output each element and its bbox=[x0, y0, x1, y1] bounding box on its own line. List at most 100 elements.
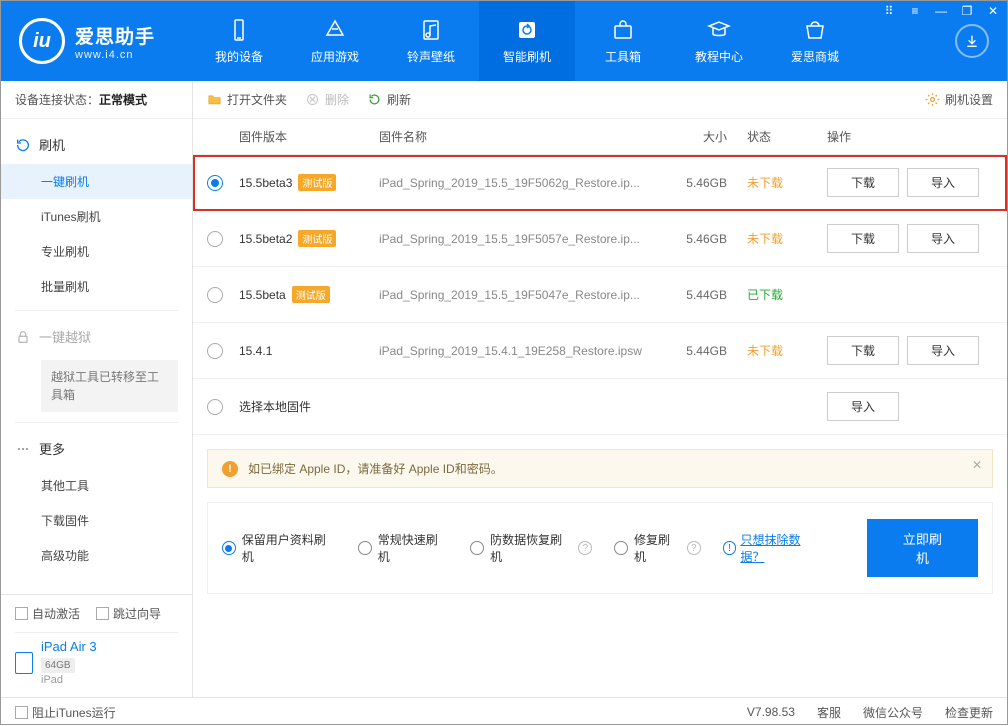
th-name: 固件名称 bbox=[379, 128, 657, 145]
app-name: 爱思助手 bbox=[75, 22, 155, 49]
import-button[interactable]: 导入 bbox=[907, 336, 979, 365]
opt-repair[interactable]: 修复刷机? bbox=[614, 531, 700, 565]
import-button[interactable]: 导入 bbox=[907, 168, 979, 197]
firmware-version: 15.5beta3 测试版 bbox=[239, 174, 379, 191]
menu-icon[interactable]: ≡ bbox=[904, 2, 926, 20]
opt-quick[interactable]: 常规快速刷机 bbox=[358, 531, 448, 565]
open-folder-button[interactable]: 打开文件夹 bbox=[207, 91, 287, 108]
nav-label: 铃声壁纸 bbox=[407, 48, 455, 65]
ringtone-icon bbox=[419, 18, 443, 42]
notice-close-icon[interactable]: ✕ bbox=[972, 458, 982, 472]
refresh-icon bbox=[15, 137, 31, 153]
app-header: ⠿ ≡ — ❐ ✕ iu 爱思助手 www.i4.cn 我的设备 应用游戏 铃声… bbox=[1, 1, 1007, 81]
nav-tutorials[interactable]: 教程中心 bbox=[671, 1, 767, 81]
wechat-link[interactable]: 微信公众号 bbox=[863, 704, 923, 721]
sidebar-item-advanced[interactable]: 高级功能 bbox=[1, 538, 192, 573]
group-label: 更多 bbox=[39, 439, 65, 458]
download-button[interactable]: 下载 bbox=[827, 224, 899, 253]
firmware-size: 5.44GB bbox=[657, 288, 747, 302]
downloads-button[interactable] bbox=[937, 24, 1007, 58]
beta-tag: 测试版 bbox=[298, 230, 336, 247]
device-card[interactable]: iPad Air 3 64GB iPad bbox=[15, 632, 178, 687]
jailbreak-moved-note: 越狱工具已转移至工具箱 bbox=[41, 360, 178, 412]
row-radio[interactable] bbox=[207, 287, 223, 303]
flash-options: 保留用户资料刷机 常规快速刷机 防数据恢复刷机? 修复刷机? !只想抹除数据？ … bbox=[207, 502, 993, 594]
auto-activate-checkbox[interactable]: 自动激活 bbox=[15, 605, 80, 622]
nav-store[interactable]: 爱思商城 bbox=[767, 1, 863, 81]
opt-anti-recovery[interactable]: 防数据恢复刷机? bbox=[470, 531, 592, 565]
beta-tag: 测试版 bbox=[298, 174, 336, 191]
firmware-version: 15.4.1 bbox=[239, 344, 379, 358]
sidebar-item-pro-flash[interactable]: 专业刷机 bbox=[1, 234, 192, 269]
refresh-button[interactable]: 刷新 bbox=[367, 91, 411, 108]
sidebar-item-download-firmware[interactable]: 下载固件 bbox=[1, 503, 192, 538]
th-size: 大小 bbox=[657, 128, 747, 145]
version-label: V7.98.53 bbox=[747, 705, 795, 719]
toolbox-icon bbox=[611, 18, 635, 42]
flash-now-button[interactable]: 立即刷机 bbox=[867, 519, 978, 577]
download-button[interactable]: 下载 bbox=[827, 168, 899, 197]
nav-flash[interactable]: 智能刷机 bbox=[479, 1, 575, 81]
nav-apps[interactable]: 应用游戏 bbox=[287, 1, 383, 81]
tutorial-icon bbox=[707, 18, 731, 42]
info-icon[interactable]: ! bbox=[723, 541, 737, 555]
sidebar-group-jailbreak[interactable]: 一键越狱 bbox=[1, 317, 192, 356]
app-url: www.i4.cn bbox=[75, 49, 155, 61]
help-icon[interactable]: ? bbox=[578, 541, 592, 555]
nav-label: 我的设备 bbox=[215, 48, 263, 65]
table-body: 15.5beta3 测试版 iPad_Spring_2019_15.5_19F5… bbox=[193, 155, 1007, 435]
main-nav: 我的设备 应用游戏 铃声壁纸 智能刷机 工具箱 教程中心 bbox=[191, 1, 937, 81]
device-icon bbox=[227, 18, 251, 42]
skip-guide-checkbox[interactable]: 跳过向导 bbox=[96, 605, 161, 622]
sidebar-item-oneclick-flash[interactable]: 一键刷机 bbox=[1, 164, 192, 199]
close-icon[interactable]: ✕ bbox=[982, 2, 1004, 20]
table-row[interactable]: 15.5beta3 测试版 iPad_Spring_2019_15.5_19F5… bbox=[193, 155, 1007, 211]
flash-settings-button[interactable]: 刷机设置 bbox=[925, 91, 993, 108]
skip-guide-label: 跳过向导 bbox=[113, 607, 161, 621]
nav-ringtones[interactable]: 铃声壁纸 bbox=[383, 1, 479, 81]
row-radio[interactable] bbox=[207, 343, 223, 359]
download-button[interactable]: 下载 bbox=[827, 336, 899, 365]
import-button[interactable]: 导入 bbox=[827, 392, 899, 421]
firmware-name: iPad_Spring_2019_15.5_19F5062g_Restore.i… bbox=[379, 176, 657, 190]
erase-link[interactable]: 只想抹除数据？ bbox=[740, 531, 822, 565]
sidebar-group-flash[interactable]: 刷机 bbox=[1, 125, 192, 164]
sidebar-group-more[interactable]: 更多 bbox=[1, 429, 192, 468]
check-update-link[interactable]: 检查更新 bbox=[945, 704, 993, 721]
delete-button[interactable]: 删除 bbox=[305, 91, 349, 108]
support-link[interactable]: 客服 bbox=[817, 704, 841, 721]
nav-label: 爱思商城 bbox=[791, 48, 839, 65]
block-itunes-checkbox[interactable]: 阻止iTunes运行 bbox=[15, 704, 116, 721]
sidebar-item-itunes-flash[interactable]: iTunes刷机 bbox=[1, 199, 192, 234]
firmware-size: 5.46GB bbox=[657, 176, 747, 190]
minimize-icon[interactable]: — bbox=[930, 2, 952, 20]
group-label: 刷机 bbox=[39, 135, 65, 154]
firmware-size: 5.44GB bbox=[657, 344, 747, 358]
firmware-name: iPad_Spring_2019_15.4.1_19E258_Restore.i… bbox=[379, 344, 657, 358]
table-row[interactable]: 15.4.1 iPad_Spring_2019_15.4.1_19E258_Re… bbox=[193, 323, 1007, 379]
firmware-name: iPad_Spring_2019_15.5_19F5057e_Restore.i… bbox=[379, 232, 657, 246]
nav-my-device[interactable]: 我的设备 bbox=[191, 1, 287, 81]
device-type: iPad bbox=[41, 673, 97, 687]
beta-tag: 测试版 bbox=[292, 286, 330, 303]
row-radio[interactable] bbox=[207, 175, 223, 191]
maximize-icon[interactable]: ❐ bbox=[956, 2, 978, 20]
row-radio[interactable] bbox=[207, 231, 223, 247]
import-button[interactable]: 导入 bbox=[907, 224, 979, 253]
table-row[interactable]: 15.5beta2 测试版 iPad_Spring_2019_15.5_19F5… bbox=[193, 211, 1007, 267]
opt-keep-data[interactable]: 保留用户资料刷机 bbox=[222, 531, 336, 565]
status-value: 正常模式 bbox=[99, 93, 147, 107]
row-radio[interactable] bbox=[207, 399, 223, 415]
sidebar: 设备连接状态：正常模式 刷机 一键刷机 iTunes刷机 专业刷机 批量刷机 一… bbox=[1, 81, 193, 697]
firmware-status: 未下载 bbox=[747, 342, 827, 359]
auto-activate-label: 自动激活 bbox=[32, 607, 80, 621]
sidebar-item-batch-flash[interactable]: 批量刷机 bbox=[1, 269, 192, 304]
help-icon[interactable]: ? bbox=[687, 541, 701, 555]
nav-toolbox[interactable]: 工具箱 bbox=[575, 1, 671, 81]
table-row-local[interactable]: 选择本地固件 导入 bbox=[193, 379, 1007, 435]
table-row[interactable]: 15.5beta 测试版 iPad_Spring_2019_15.5_19F50… bbox=[193, 267, 1007, 323]
pin-icon[interactable]: ⠿ bbox=[878, 2, 900, 20]
sidebar-item-other-tools[interactable]: 其他工具 bbox=[1, 468, 192, 503]
nav-label: 智能刷机 bbox=[503, 48, 551, 65]
toolbar: 打开文件夹 删除 刷新 刷机设置 bbox=[193, 81, 1007, 119]
